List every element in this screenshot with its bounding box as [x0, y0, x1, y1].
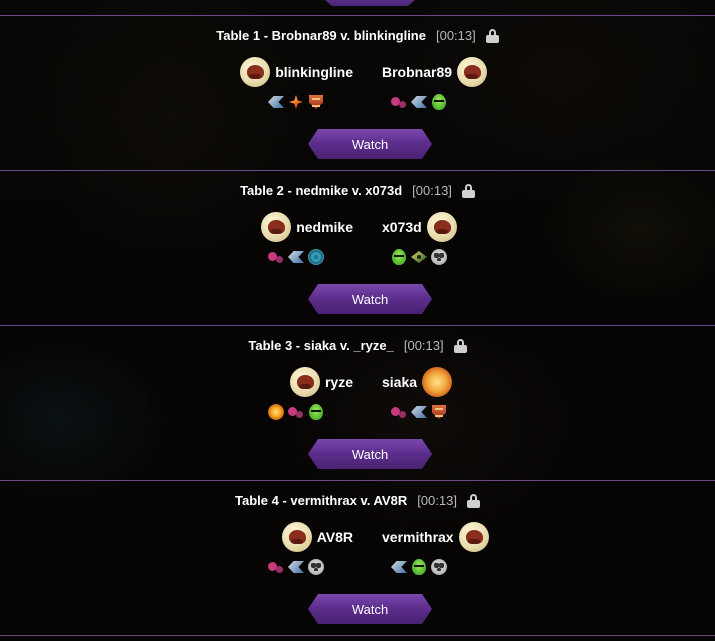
- player-name: nedmike: [296, 219, 353, 235]
- alien-faction-icon: [410, 558, 428, 576]
- lock-icon: [461, 183, 475, 198]
- table-header: Table 1 - Brobnar89 v. blinkingline [00:…: [0, 28, 715, 43]
- table-header: Table 2 - nedmike v. x073d [00:13]: [0, 183, 715, 198]
- right-player-factions: [390, 248, 448, 266]
- ghost-faction-icon: [430, 248, 448, 266]
- left-player-factions: [267, 403, 325, 421]
- watch-button[interactable]: Watch: [308, 284, 432, 314]
- spiral-faction-icon: [307, 248, 325, 266]
- left-player: blinkingline: [240, 57, 353, 87]
- right-player-factions: [390, 403, 448, 421]
- eye-faction-icon: [410, 248, 428, 266]
- lock-icon: [485, 28, 499, 43]
- player-avatar: [261, 212, 292, 242]
- player-avatar: [240, 57, 271, 87]
- table-row-4: Table 4 - vermithrax v. AV8R [00:13] AV8…: [0, 481, 715, 636]
- lock-icon: [453, 338, 467, 353]
- player-name: siaka: [382, 374, 418, 390]
- dinosaur-faction-icon: [430, 403, 448, 421]
- table-header: Table 3 - siaka v. _ryze_ [00:13]: [0, 338, 715, 353]
- ghost-faction-icon: [430, 558, 448, 576]
- table-timer: [00:13]: [435, 28, 476, 43]
- table-row-1: Table 1 - Brobnar89 v. blinkingline [00:…: [0, 16, 715, 171]
- alien-faction-icon: [430, 93, 448, 111]
- player-name: x073d: [382, 219, 422, 235]
- player-name: ryze: [324, 374, 353, 390]
- zombie-faction-icon: [267, 558, 285, 576]
- table-title: Table 1 - Brobnar89 v. blinkingline: [216, 28, 426, 43]
- player-name: Brobnar89: [382, 64, 453, 80]
- watch-button[interactable]: Watch: [308, 439, 432, 469]
- table-row-3: Table 3 - siaka v. _ryze_ [00:13] ryze s…: [0, 326, 715, 481]
- table-row-2: Table 2 - nedmike v. x073d [00:13] nedmi…: [0, 171, 715, 326]
- table-timer: [00:13]: [417, 493, 457, 508]
- player-avatar: [422, 367, 453, 397]
- zombie-faction-icon: [267, 248, 285, 266]
- table-title: Table 4 - vermithrax v. AV8R: [235, 493, 408, 508]
- player-avatar: [458, 522, 489, 552]
- right-player-factions: [390, 93, 448, 111]
- game-table-list: Table 1 - Brobnar89 v. blinkingline [00:…: [0, 0, 715, 641]
- watch-button[interactable]: Watch: [308, 129, 432, 159]
- table-timer: [00:13]: [412, 183, 452, 198]
- zombie-faction-icon: [390, 403, 408, 421]
- previous-watch-button[interactable]: [324, 0, 416, 6]
- left-player-factions: [267, 558, 325, 576]
- lock-icon: [466, 493, 480, 508]
- dinosaur-faction-icon: [307, 93, 325, 111]
- alien-faction-icon: [390, 248, 408, 266]
- robot-faction-icon: [410, 403, 428, 421]
- left-player: AV8R: [281, 522, 353, 552]
- table-header: Table 4 - vermithrax v. AV8R [00:13]: [0, 493, 715, 508]
- watch-button[interactable]: Watch: [308, 594, 432, 624]
- right-player: Brobnar89: [382, 57, 488, 87]
- sun-faction-icon: [267, 403, 285, 421]
- robot-faction-icon: [287, 248, 305, 266]
- right-player: vermithrax: [382, 522, 489, 552]
- table-title: Table 2 - nedmike v. x073d: [240, 183, 403, 198]
- robot-faction-icon: [390, 558, 408, 576]
- robot-faction-icon: [410, 93, 428, 111]
- robot-faction-icon: [267, 93, 285, 111]
- right-player-factions: [390, 558, 448, 576]
- player-avatar: [289, 367, 320, 397]
- left-player: ryze: [289, 367, 353, 397]
- player-name: blinkingline: [275, 64, 353, 80]
- zombie-faction-icon: [390, 93, 408, 111]
- zombie-faction-icon: [287, 403, 305, 421]
- previous-table-edge: [0, 0, 715, 16]
- left-player-factions: [267, 93, 325, 111]
- ninja-faction-icon: [287, 93, 305, 111]
- ghost-faction-icon: [307, 558, 325, 576]
- table-timer: [00:13]: [403, 338, 444, 353]
- player-name: vermithrax: [382, 529, 454, 545]
- player-avatar: [426, 212, 457, 242]
- alien-faction-icon: [307, 403, 325, 421]
- robot-faction-icon: [287, 558, 305, 576]
- right-player: siaka: [382, 367, 453, 397]
- left-player: nedmike: [261, 212, 353, 242]
- player-avatar: [281, 522, 312, 552]
- player-name: AV8R: [316, 529, 353, 545]
- right-player: x073d: [382, 212, 457, 242]
- left-player-factions: [267, 248, 325, 266]
- player-avatar: [457, 57, 488, 87]
- table-title: Table 3 - siaka v. _ryze_: [248, 338, 394, 353]
